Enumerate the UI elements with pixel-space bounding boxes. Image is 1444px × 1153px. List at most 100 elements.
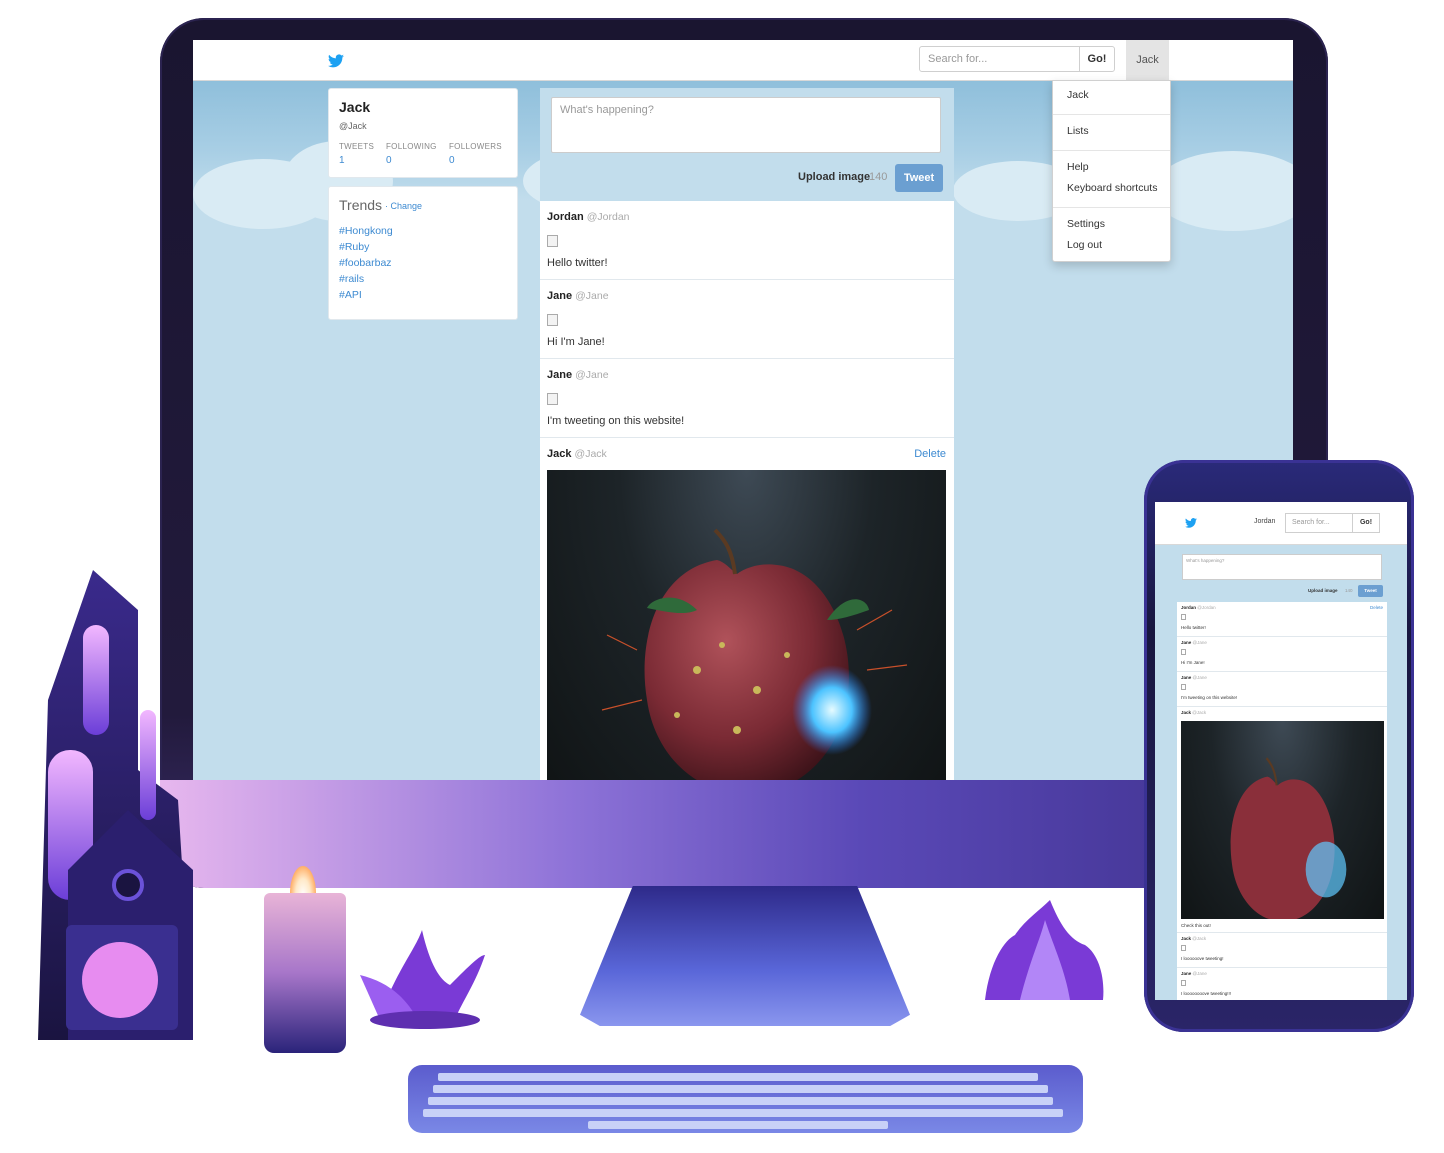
menu-item-lists[interactable]: Lists (1067, 125, 1089, 137)
key-row (428, 1097, 1053, 1105)
search-go-button[interactable]: Go! (1079, 46, 1115, 72)
phone-tweet-item: Jack @Jack I loooooove tweeting! (1177, 933, 1387, 968)
delete-tweet-link[interactable]: Delete (914, 448, 946, 460)
tweet-text: Check this out! (1181, 923, 1211, 928)
tweet-author[interactable]: Jane @Jane (547, 290, 609, 302)
author-handle: @Jack (1192, 710, 1207, 715)
tweet-text: I loooooooove tweeting!!! (1181, 991, 1232, 996)
broken-image-icon (1181, 614, 1186, 620)
menu-divider (1053, 150, 1170, 151)
tweet-author[interactable]: Jane @Jane (547, 369, 609, 381)
menu-item-settings[interactable]: Settings (1067, 218, 1105, 230)
trends-change-link[interactable]: · Change (385, 201, 422, 211)
author-name[interactable]: Jack (1181, 710, 1191, 715)
castle-decoration (38, 570, 193, 1040)
stat-tweets[interactable]: TWEETS 1 (339, 142, 374, 166)
keyboard-decoration (408, 1065, 1083, 1133)
author-name[interactable]: Jane (1181, 640, 1191, 645)
menu-item-profile[interactable]: Jack (1067, 89, 1089, 101)
tweet-item: Jane @Jane Hi I'm Jane! (540, 280, 954, 359)
twitter-bird-icon[interactable] (1185, 518, 1197, 528)
apple-image (1230, 757, 1347, 919)
author-name[interactable]: Jane (1181, 675, 1191, 680)
phone-user-menu[interactable]: Jordan (1254, 518, 1275, 525)
phone-tweet-item: Jane @Jane I'm tweeting on this website! (1177, 672, 1387, 707)
tweet-author[interactable]: Jack @Jack (547, 448, 607, 460)
author-handle: @Jordan (586, 211, 630, 223)
phone-tweet-button[interactable]: Tweet (1358, 585, 1383, 597)
author-name[interactable]: Jane (547, 290, 572, 302)
phone-tweet-item: Jordan @Jordan Delete Hello twitter! (1177, 602, 1387, 637)
spacebar (588, 1121, 888, 1129)
menu-item-keyboard-shortcuts[interactable]: Keyboard shortcuts (1067, 182, 1157, 194)
compose-textarea[interactable] (551, 97, 941, 153)
phone-navbar: Jordan Search for... Go! (1155, 502, 1407, 545)
profile-card: Jack @Jack TWEETS 1 FOLLOWING 0 FOLLOWER… (328, 88, 518, 178)
phone-screen: Jordan Search for... Go! What's happenin… (1155, 502, 1407, 1000)
phone-upload-image-link[interactable]: Upload image (1308, 588, 1338, 593)
menu-item-log-out[interactable]: Log out (1067, 239, 1102, 251)
profile-name[interactable]: Jack (339, 99, 370, 115)
monitor-stand (580, 886, 910, 1026)
tweet-author[interactable]: Jordan @Jordan (1181, 605, 1216, 610)
tweet-author[interactable]: Jordan @Jordan (547, 211, 630, 223)
tweet-author[interactable]: Jack @Jack (1181, 936, 1206, 941)
upload-image-link[interactable]: Upload image (798, 171, 870, 183)
stat-followers[interactable]: FOLLOWERS 0 (449, 142, 502, 166)
navbar: Go! Jack (193, 40, 1293, 81)
tweet-author[interactable]: Jane @Jane (1181, 971, 1207, 976)
phone-compose-textarea[interactable]: What's happening? (1182, 554, 1382, 580)
search-input[interactable] (919, 46, 1089, 72)
broken-image-icon (1181, 980, 1186, 986)
desktop-screen: Go! Jack Jack @Jack TWEETS 1 FOLLOWING 0… (193, 40, 1293, 780)
broken-image-icon (547, 235, 558, 247)
tweet-text: I'm tweeting on this website! (547, 415, 685, 427)
author-name[interactable]: Jordan (1181, 605, 1196, 610)
stat-label: FOLLOWERS (449, 142, 502, 151)
tweet-item: Jordan @Jordan Hello twitter! (540, 201, 954, 280)
author-name[interactable]: Jane (1181, 971, 1191, 976)
author-name[interactable]: Jordan (547, 211, 584, 223)
trends-title: Trends (339, 197, 383, 213)
author-handle: @Jane (575, 290, 609, 302)
phone-go-button[interactable]: Go! (1352, 513, 1380, 533)
author-handle: @Jack (574, 448, 607, 460)
profile-handle: @Jack (339, 121, 367, 131)
trend-link[interactable]: #Hongkong (339, 225, 393, 237)
trend-link[interactable]: #rails (339, 273, 364, 285)
author-name[interactable]: Jack (1181, 936, 1191, 941)
tweet-photo[interactable] (547, 470, 946, 780)
tweet-text: Hi I'm Jane! (1181, 660, 1205, 665)
phone-tweet-item: Jane @Jane Hi I'm Jane! (1177, 637, 1387, 672)
menu-item-help[interactable]: Help (1067, 161, 1089, 173)
trend-link[interactable]: #Ruby (339, 241, 369, 253)
tweet-item: Jane @Jane I'm tweeting on this website! (540, 359, 954, 438)
trends-card: Trends · Change #Hongkong #Ruby #foobarb… (328, 186, 518, 320)
stat-label: TWEETS (339, 142, 375, 151)
tweet-button[interactable]: Tweet (895, 164, 943, 192)
tweet-author[interactable]: Jane @Jane (1181, 675, 1207, 680)
twitter-bird-icon[interactable] (328, 54, 344, 68)
broken-image-icon (1181, 684, 1186, 690)
tweet-author[interactable]: Jane @Jane (1181, 640, 1207, 645)
broken-image-icon (1181, 945, 1186, 951)
stat-value: 1 (339, 155, 345, 166)
phone-search-input[interactable]: Search for... (1285, 513, 1353, 533)
key-row (433, 1085, 1048, 1093)
tweet-photo[interactable] (1181, 721, 1384, 919)
trend-link[interactable]: #API (339, 289, 362, 301)
tweet-author[interactable]: Jack @Jack (1181, 710, 1206, 715)
author-name[interactable]: Jack (547, 448, 571, 460)
author-handle: @Jane (1192, 675, 1207, 680)
stat-following[interactable]: FOLLOWING 0 (386, 142, 437, 166)
tweet-text: I loooooove tweeting! (1181, 956, 1224, 961)
user-menu-toggle[interactable]: Jack (1126, 40, 1169, 80)
author-handle: @Jane (1192, 971, 1207, 976)
author-handle: @Jane (575, 369, 609, 381)
author-handle: @Jack (1192, 936, 1207, 941)
delete-tweet-link[interactable]: Delete (1370, 605, 1383, 610)
phone-char-counter: 140 (1345, 588, 1353, 593)
trend-link[interactable]: #foobarbaz (339, 257, 392, 269)
author-name[interactable]: Jane (547, 369, 572, 381)
user-dropdown-menu: Jack Lists Help Keyboard shortcuts Setti… (1052, 80, 1171, 262)
